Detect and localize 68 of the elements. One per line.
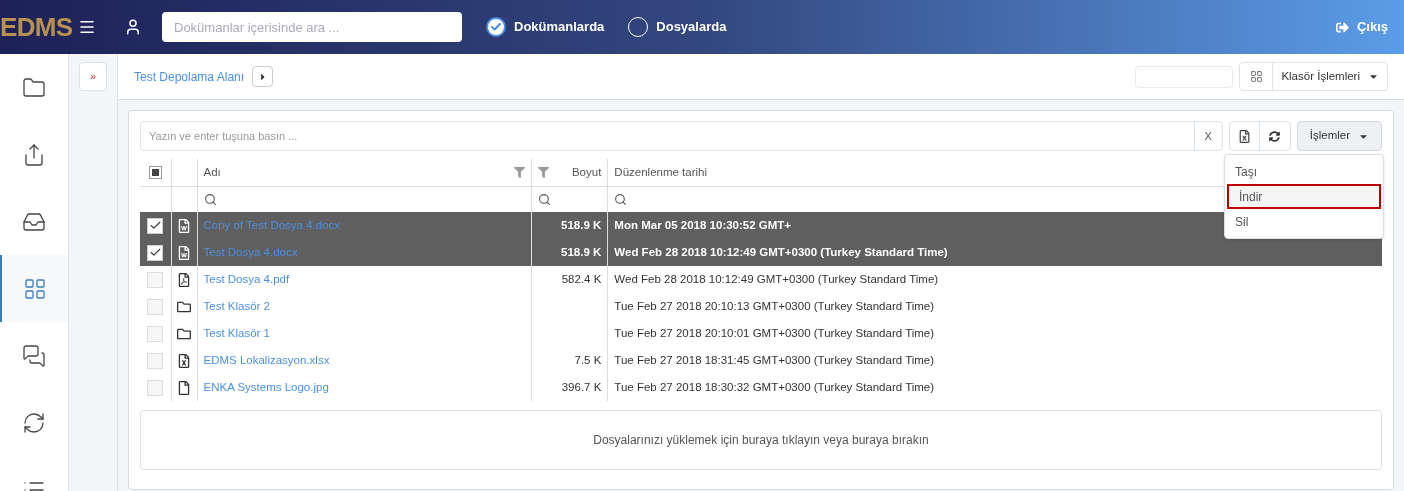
expand-button[interactable]: » <box>79 62 107 91</box>
menu-item[interactable]: Taşı <box>1225 159 1383 184</box>
check-icon <box>148 219 162 232</box>
date-cell: Tue Feb 27 2018 18:31:45 GMT+0300 (Turkey Standard Time) <box>614 353 935 366</box>
breadcrumb-next-button[interactable] <box>252 66 274 87</box>
user-icon <box>124 18 142 36</box>
menu-item[interactable]: Sil <box>1225 209 1383 234</box>
size-cell: 396.7 K <box>561 380 602 393</box>
column-header[interactable]: Düzenlenme tarihi <box>614 165 708 178</box>
grid-icon <box>23 276 47 301</box>
excel-file-icon <box>177 353 191 368</box>
grid-icon <box>1249 70 1263 83</box>
refresh-icon <box>1269 130 1281 142</box>
sync-icon <box>22 410 46 435</box>
folder-icon <box>22 75 46 100</box>
column-header[interactable]: Adı <box>203 163 221 181</box>
file-icon <box>177 380 191 395</box>
date-cell: Tue Feb 27 2018 20:10:01 GMT+0300 (Turkey Standard Time) <box>614 326 935 339</box>
clear-filter-button[interactable]: X <box>1193 122 1222 150</box>
menu-icon <box>78 18 96 36</box>
check-icon <box>490 21 502 33</box>
pdf-file-icon <box>177 272 191 287</box>
row-checkbox[interactable] <box>147 379 164 396</box>
logout-icon <box>1335 20 1349 34</box>
menu-button[interactable] <box>78 18 96 36</box>
excel-file-icon <box>1237 129 1251 143</box>
user-button[interactable] <box>124 18 142 36</box>
date-cell: Wed Feb 28 2018 10:12:49 GMT+0300 (Turkey Standard Time) <box>614 272 939 285</box>
select-all-checkbox[interactable] <box>148 165 162 179</box>
chat-icon <box>22 343 46 368</box>
column-header[interactable]: Boyut <box>571 163 602 181</box>
share-icon <box>22 142 46 167</box>
size-cell: 582.4 K <box>561 272 602 285</box>
row-checkbox[interactable] <box>147 298 164 315</box>
actions-button[interactable]: İşlemler <box>1296 121 1382 151</box>
scope-radio[interactable]: Dokümanlarda <box>486 17 605 37</box>
check-icon <box>148 246 162 259</box>
row-checkbox[interactable] <box>147 244 164 261</box>
upload-hint: Dosyalarınızı yüklemek için buraya tıklayın veya buraya bırakın <box>593 432 929 449</box>
sidebar-item[interactable] <box>0 255 68 322</box>
folder-icon <box>177 326 191 341</box>
menu-item[interactable]: İndir <box>1227 184 1381 209</box>
search-icon[interactable] <box>203 192 217 206</box>
date-cell: Tue Feb 27 2018 20:10:13 GMT+0300 (Turkey Standard Time) <box>614 299 935 312</box>
logo[interactable]: EDMS <box>0 11 73 43</box>
row-checkbox[interactable] <box>147 271 164 288</box>
filter-icon[interactable] <box>514 166 526 178</box>
word-file-icon <box>177 245 191 260</box>
date-cell: Tue Feb 27 2018 18:30:32 GMT+0300 (Turkey Standard Time) <box>614 380 935 393</box>
file-row[interactable]: Test Dosya 4.docx 518.9 K Wed Feb 28 2018 10:12:49 GMT+0300 (Turkey Standard Time) <box>140 239 1382 266</box>
scope-radio[interactable]: Dosyalarda <box>628 17 727 37</box>
size-cell: 518.9 K <box>561 245 602 258</box>
size-cell: 7.5 K <box>574 353 602 366</box>
size-cell: 518.9 K <box>561 218 602 231</box>
filter-icon[interactable] <box>538 166 550 178</box>
search-icon[interactable] <box>538 192 552 206</box>
search-icon[interactable] <box>614 192 628 206</box>
folder-icon <box>177 299 191 314</box>
date-cell: Mon Mar 05 2018 10:30:52 GMT+ <box>614 218 792 231</box>
row-checkbox[interactable] <box>147 217 164 234</box>
file-row[interactable]: Test Dosya 4.pdf 582.4 K Wed Feb 28 2018 10:12:49 GMT+0300 (Turkey Standard Time) <box>140 266 1382 293</box>
search-field[interactable]: Dokümanlar içerisinde ara ... <box>162 12 462 42</box>
date-cell: Wed Feb 28 2018 10:12:49 GMT+0300 (Turkey Standard Time) <box>614 245 948 258</box>
word-file-icon <box>177 218 191 233</box>
row-checkbox[interactable] <box>147 352 164 369</box>
filter-field[interactable]: Yazın ve enter tuşuna basın ... X <box>140 121 1223 151</box>
row-checkbox[interactable] <box>147 325 164 342</box>
upload-zone[interactable]: Dosyalarınızı yüklemek için buraya tıklayın veya buraya bırakın <box>140 410 1382 470</box>
